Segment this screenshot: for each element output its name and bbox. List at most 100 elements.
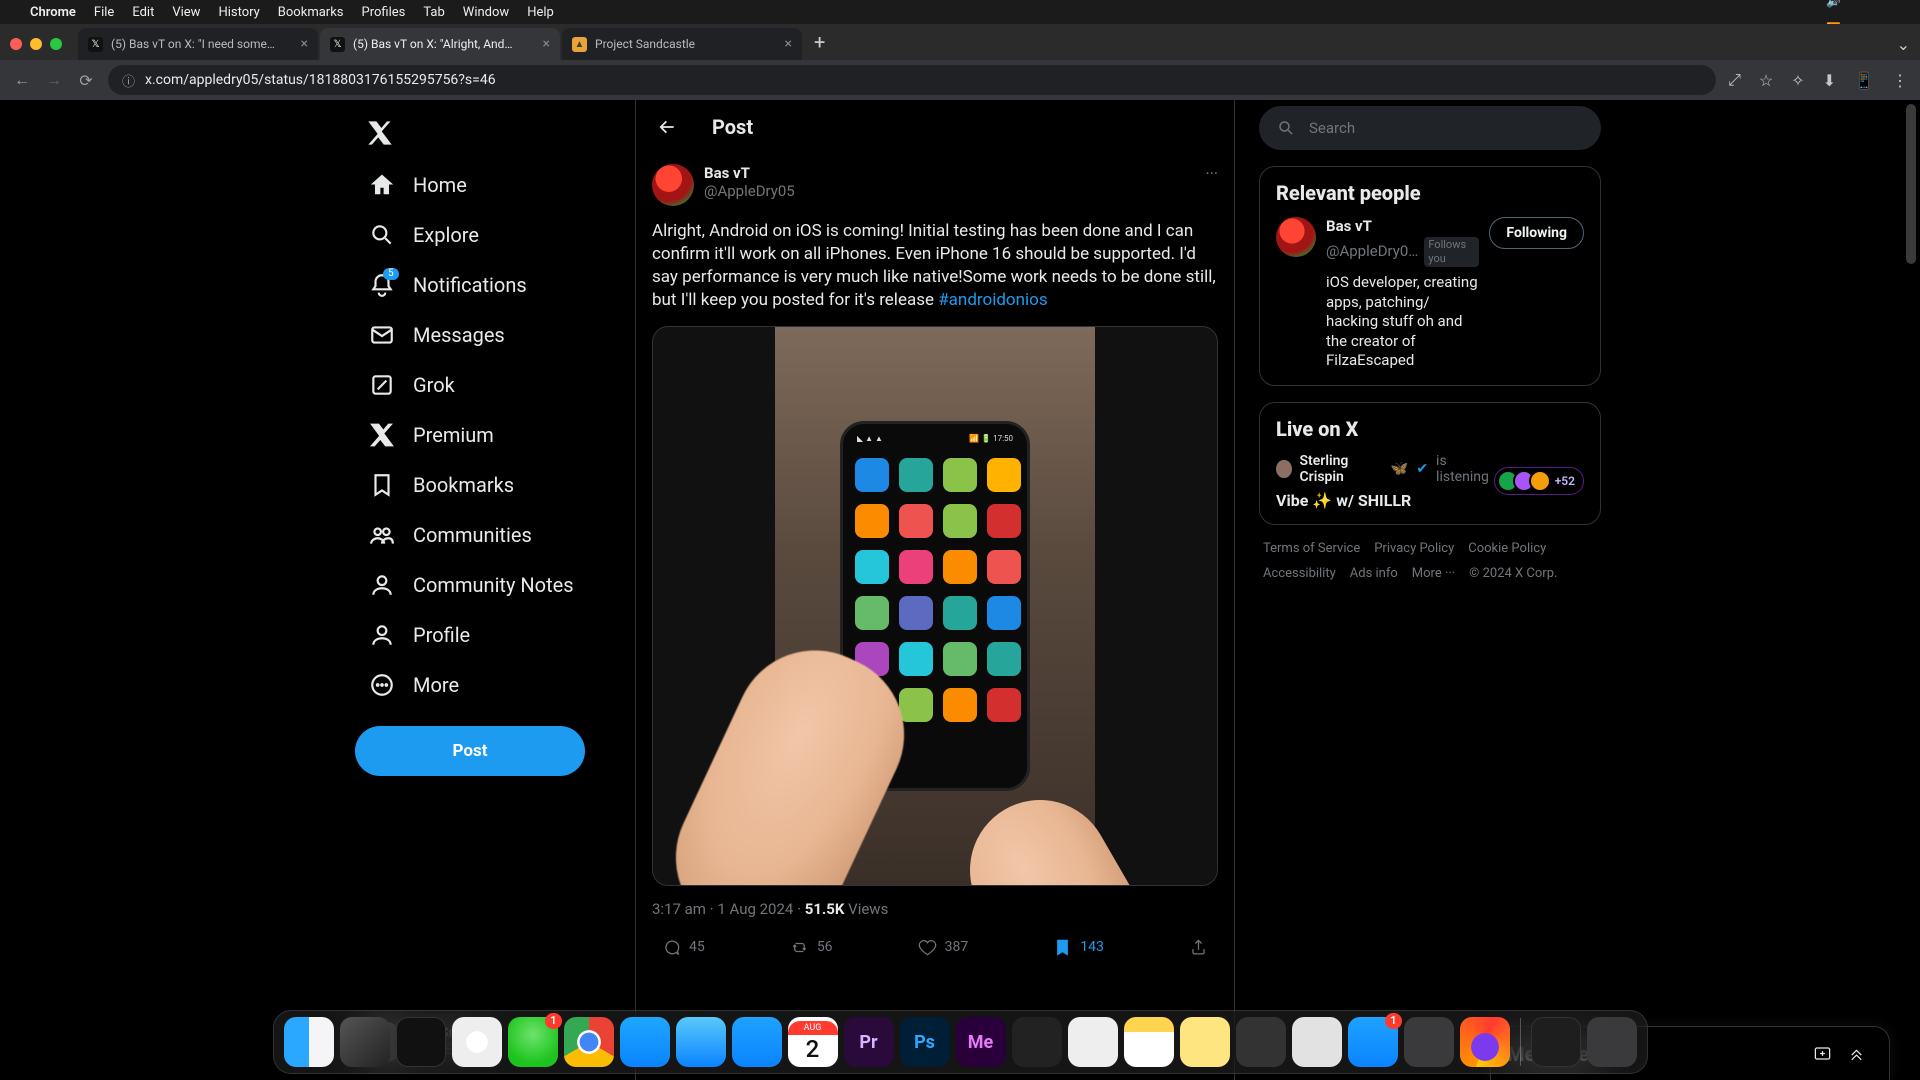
follow-button[interactable]: Following bbox=[1489, 217, 1584, 249]
nav-home[interactable]: Home bbox=[355, 162, 481, 208]
like-button[interactable]: 387 bbox=[918, 938, 969, 957]
tweet-media[interactable]: ◣ ▲ ▲📶 🔋 17:50 bbox=[652, 326, 1218, 886]
dock-launchpad-icon[interactable] bbox=[340, 1017, 390, 1067]
nav-grok[interactable]: Grok bbox=[355, 362, 469, 408]
compose-post-button[interactable]: Post bbox=[355, 726, 585, 776]
dock-folder-icon[interactable] bbox=[1531, 1017, 1581, 1067]
nav-profile[interactable]: Profile bbox=[355, 612, 484, 658]
tweet-date[interactable]: 1 Aug 2024 bbox=[717, 900, 793, 918]
live-card[interactable]: Live on X Sterling Crispin🦋✔is listening… bbox=[1259, 402, 1601, 525]
install-pwa-icon[interactable]: ⤢ bbox=[1728, 70, 1741, 90]
menubar-app-name[interactable]: Chrome bbox=[30, 5, 76, 20]
author-name[interactable]: Bas vT bbox=[704, 164, 795, 182]
avatar[interactable] bbox=[1276, 217, 1316, 257]
tab-close-icon[interactable]: × bbox=[301, 36, 308, 52]
author-handle[interactable]: @AppleDry05 bbox=[704, 182, 795, 200]
views-label: Views bbox=[844, 900, 888, 918]
dock-obs-icon[interactable] bbox=[1012, 1017, 1062, 1067]
footer-link[interactable]: Cookie Policy bbox=[1468, 541, 1546, 556]
dock-finder-icon[interactable] bbox=[284, 1017, 334, 1067]
tab-close-icon[interactable]: × bbox=[785, 36, 792, 52]
dock-terminal-icon[interactable] bbox=[396, 1017, 446, 1067]
search-input[interactable] bbox=[1309, 119, 1583, 137]
dock-photos-icon[interactable] bbox=[452, 1017, 502, 1067]
dock-utility-icon[interactable] bbox=[1292, 1017, 1342, 1067]
nav-messages[interactable]: Messages bbox=[355, 312, 519, 358]
x-logo[interactable] bbox=[355, 108, 405, 158]
menubar-item[interactable]: Bookmarks bbox=[278, 5, 344, 20]
retweet-button[interactable]: 56 bbox=[790, 938, 833, 957]
site-info-icon[interactable]: ⓘ bbox=[122, 71, 135, 90]
share-button[interactable] bbox=[1189, 938, 1208, 957]
volume-icon[interactable]: 🔊 bbox=[1826, 0, 1841, 8]
nav-label: Community Notes bbox=[413, 573, 574, 597]
tweet-more-icon[interactable]: ··· bbox=[1205, 164, 1218, 206]
tweet-time[interactable]: 3:17 am bbox=[652, 900, 706, 918]
search-box[interactable] bbox=[1259, 106, 1601, 150]
footer-link[interactable]: Ads info bbox=[1350, 566, 1398, 581]
dock-firefox-icon[interactable] bbox=[1460, 1017, 1510, 1067]
footer-link[interactable]: Accessibility bbox=[1263, 566, 1336, 581]
downloads-icon[interactable]: ⬇ bbox=[1823, 71, 1836, 90]
menubar-item[interactable]: Help bbox=[527, 5, 554, 20]
window-controls[interactable] bbox=[10, 38, 62, 50]
back-button[interactable]: ← bbox=[12, 70, 32, 90]
author-avatar[interactable] bbox=[652, 164, 694, 206]
dock-mediaencoder-icon[interactable]: Me bbox=[956, 1017, 1006, 1067]
dock-chess-icon[interactable] bbox=[1236, 1017, 1286, 1067]
nav-explore[interactable]: Explore bbox=[355, 212, 493, 258]
hashtag-link[interactable]: #androidonios bbox=[938, 290, 1047, 310]
nav-notifications[interactable]: Notifications bbox=[355, 262, 541, 308]
dock-photoshop-icon[interactable]: Ps bbox=[900, 1017, 950, 1067]
dock-chrome-icon[interactable] bbox=[564, 1017, 614, 1067]
bookmark-button[interactable]: 143 bbox=[1053, 938, 1104, 957]
menubar-item[interactable]: View bbox=[172, 5, 200, 20]
menubar-item[interactable]: History bbox=[218, 5, 259, 20]
dock-appstore-icon[interactable] bbox=[732, 1017, 782, 1067]
menubar-item[interactable]: File bbox=[94, 5, 114, 20]
menubar-item[interactable]: Edit bbox=[132, 5, 154, 20]
person-handle[interactable]: @AppleDry0… bbox=[1326, 242, 1418, 262]
dock-appstore2-icon[interactable]: 1 bbox=[1348, 1017, 1398, 1067]
new-tab-button[interactable]: + bbox=[804, 30, 835, 60]
dock-settings-icon[interactable] bbox=[1404, 1017, 1454, 1067]
nav-communities[interactable]: Communities bbox=[355, 512, 546, 558]
dock-calendar-icon[interactable]: AUG2 bbox=[788, 1017, 838, 1067]
dock-screenshot-icon[interactable] bbox=[1068, 1017, 1118, 1067]
reload-button[interactable]: ⟳ bbox=[76, 71, 96, 90]
expand-drawer-icon[interactable] bbox=[1839, 1037, 1873, 1071]
bookmark-star-icon[interactable]: ☆ bbox=[1759, 71, 1773, 90]
dock-notes-icon[interactable] bbox=[1124, 1017, 1174, 1067]
nav-premium[interactable]: Premium bbox=[355, 412, 508, 458]
nav-bookmarks[interactable]: Bookmarks bbox=[355, 462, 528, 508]
browser-tab[interactable]: ▲ Project Sandcastle × bbox=[562, 28, 802, 60]
dock-messages-icon[interactable]: 1 bbox=[508, 1017, 558, 1067]
nav-more[interactable]: More bbox=[355, 662, 473, 708]
page-scrollbar[interactable] bbox=[1904, 104, 1918, 1076]
footer-link[interactable]: Terms of Service bbox=[1263, 541, 1360, 556]
footer-link[interactable]: Privacy Policy bbox=[1374, 541, 1454, 556]
dock-premiere-icon[interactable]: Pr bbox=[844, 1017, 894, 1067]
new-message-icon[interactable] bbox=[1805, 1037, 1839, 1071]
address-bar[interactable]: ⓘ x.com/appledry05/status/18188031761552… bbox=[108, 65, 1716, 95]
browser-tab[interactable]: 𝕏 (5) Bas vT on X: "Alright, And… × bbox=[320, 28, 560, 60]
reply-button[interactable]: 45 bbox=[662, 938, 705, 957]
back-button[interactable] bbox=[650, 110, 684, 144]
browser-tab[interactable]: 𝕏 (5) Bas vT on X: "I need some… × bbox=[78, 28, 318, 60]
device-icon[interactable]: 📱 bbox=[1854, 71, 1874, 90]
person-name[interactable]: Bas vT bbox=[1326, 217, 1479, 237]
menubar-item[interactable]: Profiles bbox=[362, 5, 406, 20]
extensions-icon[interactable]: ✧ bbox=[1791, 71, 1804, 90]
dock-stickies-icon[interactable] bbox=[1180, 1017, 1230, 1067]
dock-xcode-icon[interactable] bbox=[620, 1017, 670, 1067]
nav-community-notes[interactable]: Community Notes bbox=[355, 562, 588, 608]
dock-trash-icon[interactable] bbox=[1587, 1017, 1637, 1067]
tab-overflow-icon[interactable]: ⌄ bbox=[1887, 29, 1920, 60]
dock-devtool-icon[interactable] bbox=[676, 1017, 726, 1067]
menubar-item[interactable]: Window bbox=[463, 5, 509, 20]
profile-icon bbox=[369, 622, 395, 648]
tab-close-icon[interactable]: × bbox=[543, 36, 550, 52]
menubar-item[interactable]: Tab bbox=[423, 5, 444, 20]
chrome-menu-icon[interactable]: ⋮ bbox=[1892, 71, 1908, 90]
footer-link[interactable]: More ··· bbox=[1412, 566, 1455, 581]
